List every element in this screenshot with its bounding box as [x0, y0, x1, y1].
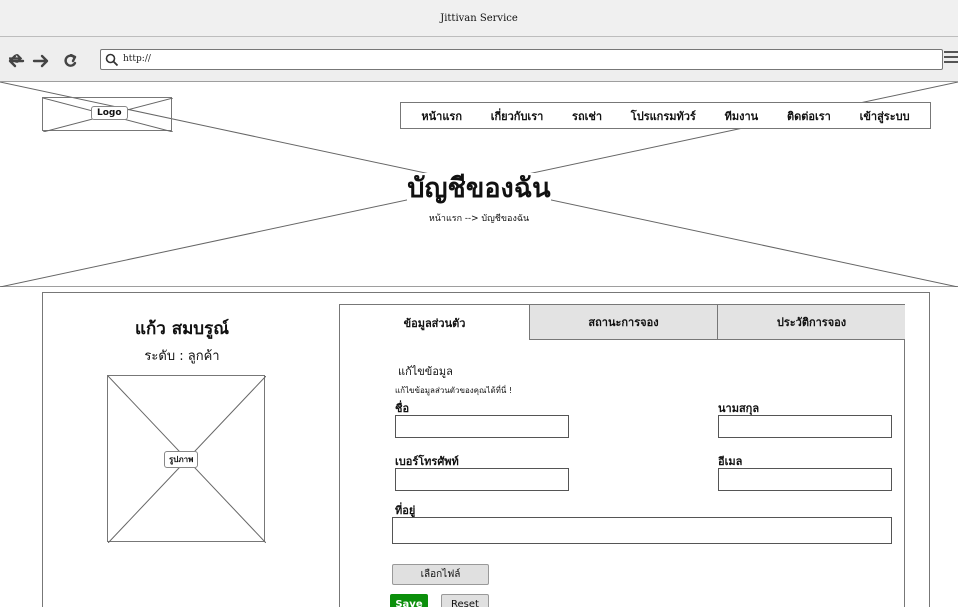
account-content: แก้ว สมบรูณ์ ระดับ : ลูกค้า รูปภาพ ข้อมู…: [42, 292, 930, 607]
logo-label: Logo: [91, 106, 128, 120]
profile-photo[interactable]: รูปภาพ: [107, 375, 266, 543]
window-title: Jittivan Service: [440, 13, 518, 24]
tab-booking-status[interactable]: สถานะการจอง: [529, 305, 717, 340]
url-text: http://: [123, 54, 151, 64]
tab-personal-info[interactable]: ข้อมูลส่วนตัว: [340, 305, 529, 340]
logo[interactable]: Logo: [42, 97, 173, 132]
page-title-text: บัญชีของฉัน: [407, 173, 551, 204]
window-titlebar: Jittivan Service: [0, 0, 958, 37]
account-tabs-panel: ข้อมูลส่วนตัว สถานะการจอง ประวัติการจอง …: [339, 304, 905, 607]
search-icon: [105, 53, 119, 67]
phone-field[interactable]: [395, 468, 569, 491]
choose-file-button[interactable]: เลือกไฟล์: [392, 564, 489, 585]
nav-controls-icons[interactable]: [8, 54, 88, 68]
nav-item-team[interactable]: ทีมงาน: [725, 107, 759, 125]
nav-item-contact[interactable]: ติดต่อเรา: [787, 107, 831, 125]
nav-item-about[interactable]: เกี่ยวกับเรา: [491, 107, 544, 125]
reset-button[interactable]: Reset: [441, 594, 489, 607]
address-field[interactable]: [392, 517, 892, 544]
browser-toolbar: ➔ http://: [0, 37, 958, 82]
page-title: บัญชีของฉัน: [0, 166, 958, 209]
save-button[interactable]: Save: [390, 594, 428, 607]
hero-banner: Logo หน้าแรก เกี่ยวกับเรา รถเช่า โปรแกรม…: [0, 82, 958, 287]
email-field[interactable]: [718, 468, 892, 491]
nav-item-car-rental[interactable]: รถเช่า: [572, 107, 602, 125]
top-navigation: หน้าแรก เกี่ยวกับเรา รถเช่า โปรแกรมทัวร์…: [400, 102, 931, 129]
photo-label: รูปภาพ: [164, 451, 199, 468]
nav-item-login[interactable]: เข้าสู่ระบบ: [860, 107, 910, 125]
nav-item-tour-program[interactable]: โปรแกรมทัวร์: [631, 107, 696, 125]
first-name-field[interactable]: [395, 415, 569, 438]
last-name-field[interactable]: [718, 415, 892, 438]
breadcrumb-text[interactable]: หน้าแรก --> บัญชีของฉัน: [428, 214, 530, 224]
breadcrumb: หน้าแรก --> บัญชีของฉัน: [0, 211, 958, 225]
profile-name: แก้ว สมบรูณ์: [135, 319, 229, 339]
url-input[interactable]: http://: [100, 49, 943, 70]
nav-item-home[interactable]: หน้าแรก: [421, 107, 462, 125]
form-title: แก้ไขข้อมูล: [398, 365, 453, 378]
menu-icon[interactable]: [944, 51, 958, 65]
tab-booking-history[interactable]: ประวัติการจอง: [717, 305, 905, 340]
form-subtitle: แก้ไขข้อมูลส่วนตัวของคุณได้ที่นี่ !: [395, 386, 513, 395]
profile-level: ระดับ : ลูกค้า: [144, 349, 220, 364]
